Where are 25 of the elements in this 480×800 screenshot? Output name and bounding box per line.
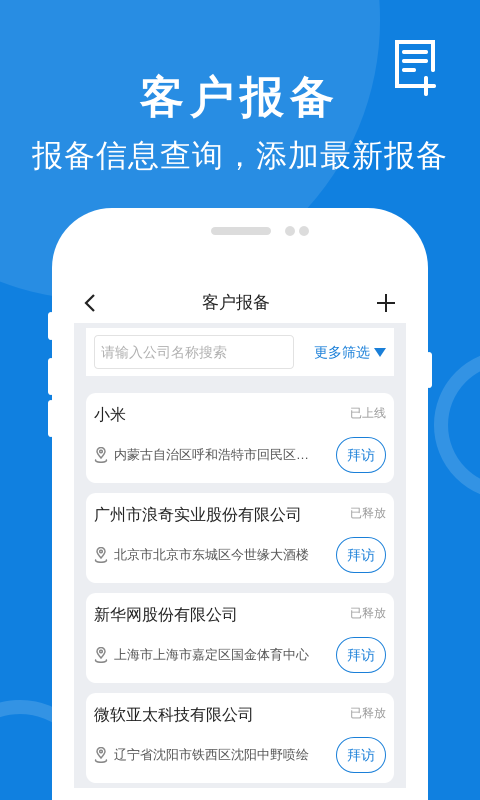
- status-label: 已上线: [350, 405, 386, 421]
- customer-card[interactable]: 微软亚太科技有限公司 已释放 辽宁省沈阳市铁西区沈阳中野喷绘 拜访: [86, 693, 394, 783]
- hero-title: 客户报备: [140, 74, 340, 122]
- company-name: 广州市浪奇实业股份有限公司: [94, 506, 302, 526]
- address-text: 内蒙古自治区呼和浩特市回民区…: [114, 446, 309, 464]
- status-label: 已释放: [350, 705, 386, 721]
- visit-button[interactable]: 拜访: [336, 737, 386, 773]
- visit-button[interactable]: 拜访: [336, 537, 386, 573]
- customer-card[interactable]: 新华网股份有限公司 已释放 上海市上海市嘉定区国金体育中心 拜访: [86, 593, 394, 683]
- screen-title: 客户报备: [202, 292, 270, 314]
- company-name: 新华网股份有限公司: [94, 606, 238, 626]
- customer-card[interactable]: 小米 已上线 内蒙古自治区呼和浩特市回民区… 拜访: [86, 393, 394, 483]
- company-name: 微软亚太科技有限公司: [94, 706, 254, 726]
- search-field[interactable]: 请输入公司名称搜索: [94, 335, 294, 369]
- address-text: 上海市上海市嘉定区国金体育中心: [114, 646, 309, 664]
- address-text: 北京市北京市东城区今世缘大酒楼: [114, 546, 309, 564]
- address-text: 辽宁省沈阳市铁西区沈阳中野喷绘: [114, 746, 309, 764]
- company-name: 小米: [94, 406, 126, 426]
- visit-button[interactable]: 拜访: [336, 437, 386, 473]
- visit-button[interactable]: 拜访: [336, 637, 386, 673]
- customer-card[interactable]: 广州市浪奇实业股份有限公司 已释放 北京市北京市东城区今世缘大酒楼 拜访: [86, 493, 394, 583]
- filter-button[interactable]: 更多筛选: [314, 342, 386, 362]
- status-label: 已释放: [350, 605, 386, 621]
- status-label: 已释放: [350, 505, 386, 521]
- hero-subtitle: 报备信息查询，添加最新报备: [32, 137, 448, 175]
